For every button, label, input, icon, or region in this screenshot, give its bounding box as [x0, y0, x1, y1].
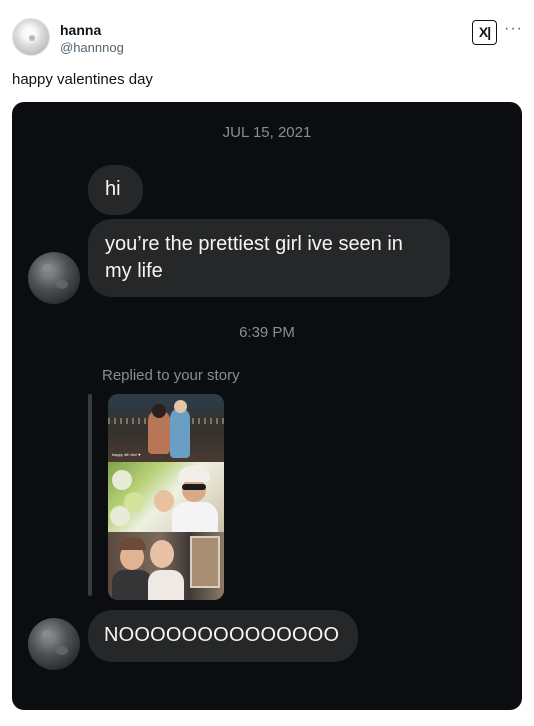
message-bubble: NOOOOOOOOOOOOOO: [88, 610, 358, 662]
flower-shape: [112, 470, 132, 490]
reply-label: Replied to your story: [102, 367, 240, 384]
message-bubble: you’re the prettiest girl ive seen in my…: [88, 219, 450, 297]
person-face: [146, 536, 178, 576]
person-shirt: [172, 502, 218, 532]
door-shape: [190, 536, 220, 588]
story-photo-night: happy 4th thx! ♥: [108, 394, 224, 462]
hat-shape: [178, 466, 210, 482]
story-caption: happy 4th thx! ♥: [112, 452, 141, 457]
tweet-header: hanna @hannnog X| ···: [12, 14, 522, 64]
author-name[interactable]: hanna: [60, 22, 101, 38]
screenshot-media[interactable]: JUL 15, 2021 hi you’re the prettiest gir…: [12, 102, 522, 710]
more-options-icon[interactable]: ···: [504, 20, 523, 38]
flower-shape: [110, 506, 130, 526]
author-handle[interactable]: @hannnog: [60, 40, 124, 55]
tweet-text: happy valentines day: [12, 71, 153, 88]
date-separator: JUL 15, 2021: [222, 124, 312, 141]
time-separator: 6:39 PM: [239, 324, 295, 341]
person-figure: [148, 404, 170, 454]
author-avatar[interactable]: [12, 18, 50, 56]
sunglasses-shape: [182, 484, 206, 490]
sender-avatar: [28, 618, 80, 670]
sender-avatar: [28, 252, 80, 304]
person-shirt: [148, 570, 184, 600]
message-bubble: hi: [88, 165, 143, 215]
tweet-footer: [12, 714, 522, 726]
story-photo-garden: [108, 462, 224, 532]
person-shirt: [112, 570, 152, 600]
person-figure: [170, 400, 190, 458]
reply-indicator-bar: [88, 394, 92, 596]
x-logo-icon[interactable]: X|: [472, 20, 497, 45]
person-face: [118, 538, 146, 570]
story-thumbnail: happy 4th thx! ♥: [108, 394, 224, 600]
story-photo-selfie: [108, 532, 224, 600]
person-face: [154, 490, 174, 512]
